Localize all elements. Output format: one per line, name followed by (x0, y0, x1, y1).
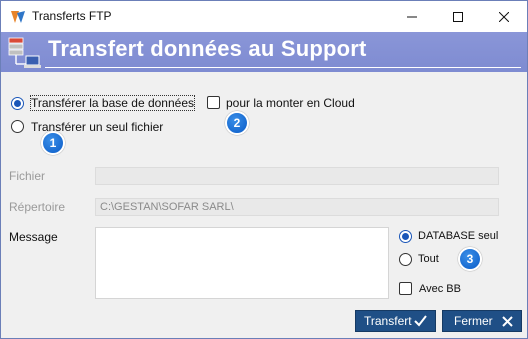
fichier-field[interactable] (95, 167, 499, 185)
database-only-label[interactable]: DATABASE seul (418, 230, 498, 242)
cloud-checkbox[interactable] (207, 96, 220, 109)
transfer-db-radio[interactable] (11, 97, 24, 110)
header-banner: Transfert données au Support (1, 32, 527, 72)
transfer-button-label: Transfert (364, 314, 412, 328)
server-network-icon (8, 37, 41, 68)
window-title: Transferts FTP (32, 9, 112, 23)
message-label: Message (9, 230, 58, 244)
close-window-button[interactable] (481, 1, 527, 32)
with-bb-checkbox[interactable] (399, 282, 412, 295)
ftp-transfer-window: Transferts FTP Transfert données au Supp… (0, 0, 528, 339)
app-logo-icon (11, 11, 25, 23)
maximize-button[interactable] (435, 1, 481, 32)
transfer-file-radio[interactable] (11, 120, 24, 133)
badge-1: 1 (41, 131, 65, 155)
maximize-icon (453, 11, 463, 22)
close-icon (499, 11, 509, 22)
banner-title: Transfert données au Support (48, 36, 367, 61)
repertoire-field[interactable]: C:\GESTAN\SOFAR SARL\ (95, 198, 499, 216)
database-only-radio[interactable] (399, 230, 412, 243)
fichier-label: Fichier (9, 169, 46, 183)
cloud-label[interactable]: pour la monter en Cloud (226, 96, 355, 110)
transfer-button[interactable]: Transfert (355, 310, 436, 332)
close-button-label: Fermer (454, 314, 493, 328)
banner-divider (45, 67, 521, 68)
message-textarea[interactable] (95, 227, 389, 299)
check-icon (414, 315, 427, 327)
all-label[interactable]: Tout (418, 253, 439, 265)
all-radio[interactable] (399, 253, 412, 266)
close-x-icon (502, 316, 513, 327)
badge-2: 2 (225, 111, 249, 135)
badge-3: 3 (458, 247, 482, 271)
minimize-icon (407, 16, 417, 17)
minimize-button[interactable] (389, 1, 435, 32)
transfer-db-label[interactable]: Transférer la base de données (30, 95, 195, 111)
repertoire-label: Répertoire (9, 200, 66, 214)
close-button[interactable]: Fermer (442, 310, 522, 332)
title-bar[interactable]: Transferts FTP (1, 1, 527, 32)
with-bb-label[interactable]: Avec BB (419, 283, 461, 295)
